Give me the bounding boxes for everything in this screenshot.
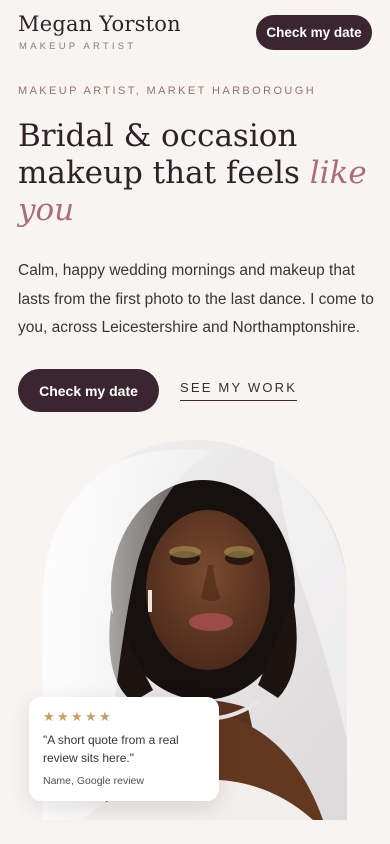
hero-eyebrow: MAKEUP ARTIST, MARKET HARBOROUGH — [18, 85, 317, 97]
header-check-date-button[interactable]: Check my date — [256, 15, 372, 50]
star-icon: ★ — [71, 709, 83, 724]
brand-subtitle: MAKEUP ARTIST — [19, 41, 137, 52]
star-icon: ★ — [99, 709, 111, 724]
hero-check-date-button[interactable]: Check my date — [18, 369, 159, 412]
review-attribution: Name, Google review — [43, 775, 144, 787]
hero-lead: Calm, happy wedding mornings and makeup … — [18, 262, 374, 336]
hero-headline: Bridal & occasion makeup that feels like… — [18, 118, 378, 229]
star-icon: ★ — [43, 709, 55, 724]
star-rating: ★ ★ ★ ★ ★ — [43, 709, 206, 725]
star-icon: ★ — [57, 709, 69, 724]
brand-name[interactable]: Megan Yorston — [18, 12, 181, 36]
review-quote: "A short quote from a real review sits h… — [43, 733, 179, 765]
site-header: Megan Yorston MAKEUP ARTIST Check my dat… — [0, 0, 390, 64]
review-card: ★ ★ ★ ★ ★ "A short quote from a real review … — [29, 697, 219, 801]
see-my-work-link[interactable]: SEE MY WORK — [180, 380, 298, 401]
headline-line-1: Bridal & occasion — [18, 118, 298, 154]
star-icon: ★ — [85, 709, 97, 724]
headline-line-2: makeup that feels — [18, 155, 310, 191]
